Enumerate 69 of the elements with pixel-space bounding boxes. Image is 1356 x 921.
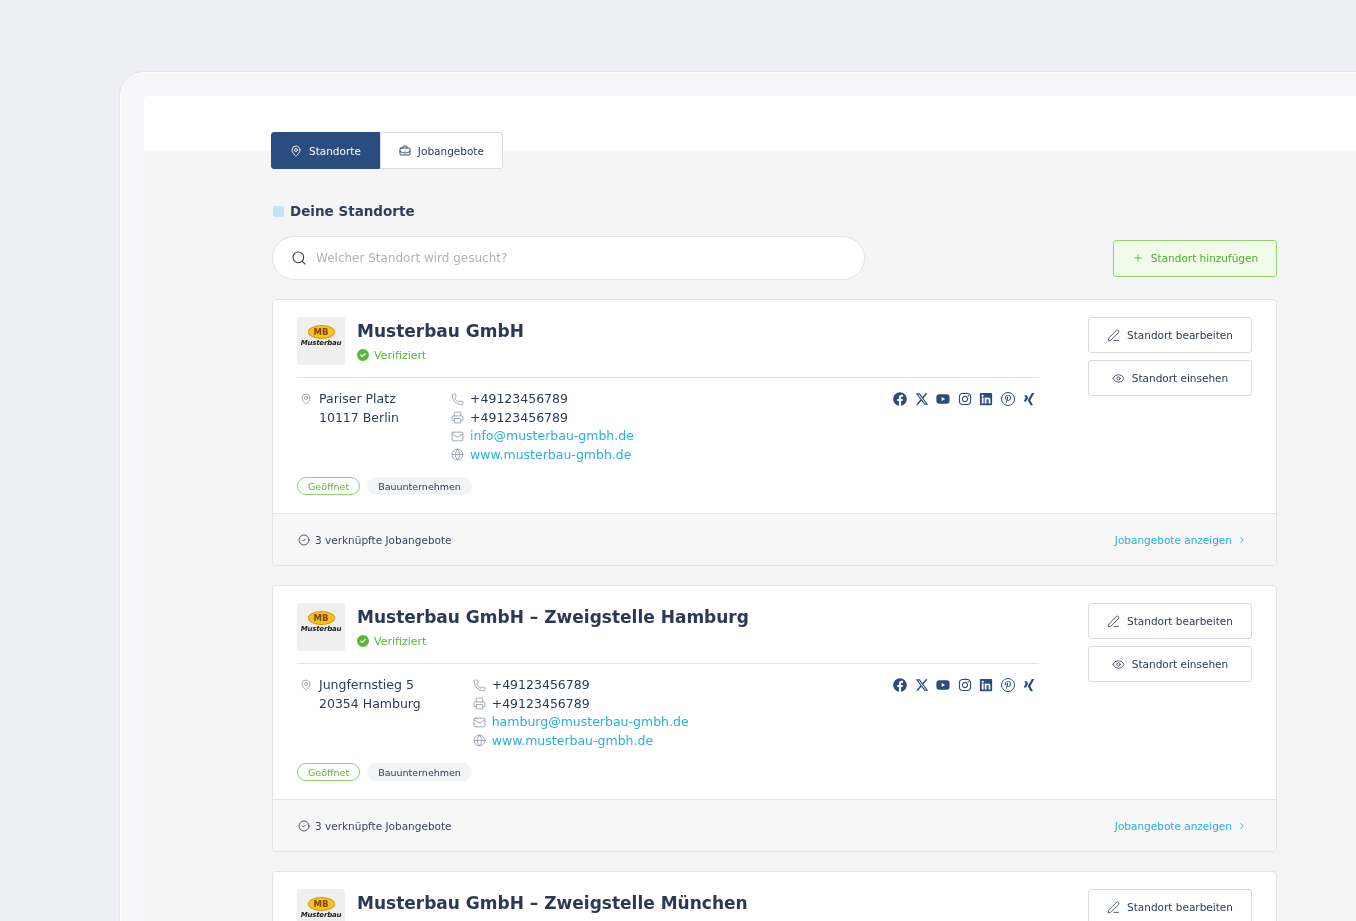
verified-check-icon bbox=[357, 635, 369, 647]
edit-location-button[interactable]: Standort bearbeiten bbox=[1088, 603, 1252, 639]
map-pin-icon bbox=[300, 679, 312, 692]
phone-icon bbox=[451, 392, 464, 406]
eye-icon bbox=[1111, 371, 1125, 385]
map-pin-icon bbox=[290, 144, 302, 157]
instagram-icon[interactable] bbox=[957, 392, 972, 407]
tab[interactable]: Standorte bbox=[271, 132, 380, 169]
chevron-right-icon bbox=[1237, 534, 1247, 545]
fax-number: +49123456789 bbox=[491, 694, 590, 713]
chevron-right-icon bbox=[1237, 820, 1247, 831]
status-tag: Geöffnet bbox=[297, 477, 361, 495]
view-location-button[interactable]: Standort einsehen bbox=[1088, 360, 1252, 396]
linkedin-icon[interactable] bbox=[979, 678, 993, 693]
briefcase-icon bbox=[398, 144, 411, 157]
xing-icon[interactable] bbox=[1022, 678, 1036, 693]
verification-status: Verifiziert bbox=[374, 348, 427, 362]
phone-number: +49123456789 bbox=[491, 676, 590, 694]
x-logo-icon[interactable] bbox=[914, 678, 929, 693]
square-marker-icon bbox=[273, 205, 284, 217]
linkedin-icon[interactable] bbox=[979, 392, 993, 407]
search-field[interactable]: Welcher Standort wird gesucht? bbox=[272, 236, 865, 280]
address-line: 10117 Berlin bbox=[319, 408, 399, 427]
verified-check-icon bbox=[357, 349, 369, 361]
section-title: Deine Standorte bbox=[290, 202, 415, 221]
x-logo-icon[interactable] bbox=[914, 392, 929, 407]
facebook-icon[interactable] bbox=[893, 392, 907, 407]
category-tag: Bauunternehmen bbox=[367, 477, 472, 495]
phone-number: +49123456789 bbox=[470, 390, 568, 408]
printer-icon bbox=[472, 697, 486, 711]
fax-number: +49123456789 bbox=[470, 408, 568, 427]
logo-badge: MB bbox=[307, 611, 335, 625]
youtube-icon[interactable] bbox=[936, 392, 950, 407]
mail-icon bbox=[451, 429, 464, 443]
eye-icon bbox=[1111, 657, 1125, 671]
mail-icon bbox=[472, 715, 486, 729]
globe-icon bbox=[472, 734, 486, 748]
edit-location-button[interactable]: Standort bearbeiten bbox=[1088, 317, 1252, 353]
logo-badge: MB bbox=[307, 325, 335, 339]
pencil-icon bbox=[1107, 328, 1121, 342]
status-tag: Geöffnet bbox=[297, 763, 361, 781]
linked-jobs-count: 3 verknüpfte Jobangebote bbox=[315, 819, 452, 832]
address-line: 20354 Hamburg bbox=[319, 694, 421, 713]
location-title: Musterbau GmbH – Zweigstelle München bbox=[357, 892, 748, 915]
view-location-button[interactable]: Standort einsehen bbox=[1088, 646, 1252, 682]
tab[interactable]: Jobangebote bbox=[379, 132, 503, 169]
youtube-icon[interactable] bbox=[936, 678, 950, 693]
check-circle-icon bbox=[298, 533, 310, 546]
location-title: Musterbau GmbH bbox=[357, 320, 524, 343]
logo-badge: MB bbox=[307, 897, 335, 911]
xing-icon[interactable] bbox=[1022, 392, 1036, 407]
map-pin-icon bbox=[300, 393, 312, 406]
facebook-icon[interactable] bbox=[893, 678, 907, 693]
search-icon bbox=[291, 250, 307, 266]
category-tag: Bauunternehmen bbox=[367, 763, 472, 781]
phone-icon bbox=[472, 678, 486, 692]
printer-icon bbox=[451, 411, 464, 425]
linked-jobs-count: 3 verknüpfte Jobangebote bbox=[315, 533, 452, 546]
pencil-icon bbox=[1107, 900, 1121, 914]
globe-icon bbox=[451, 448, 464, 462]
address-line: Jungfernstieg 5 bbox=[319, 676, 415, 694]
verification-status: Verifiziert bbox=[374, 634, 427, 648]
pencil-icon bbox=[1107, 614, 1121, 628]
check-circle-icon bbox=[298, 819, 310, 832]
address-line: Pariser Platz bbox=[319, 390, 397, 408]
location-title: Musterbau GmbH – Zweigstelle Hamburg bbox=[357, 606, 749, 629]
instagram-icon[interactable] bbox=[957, 678, 972, 693]
plus-icon bbox=[1131, 252, 1144, 264]
edit-location-button[interactable]: Standort bearbeiten bbox=[1088, 889, 1252, 921]
